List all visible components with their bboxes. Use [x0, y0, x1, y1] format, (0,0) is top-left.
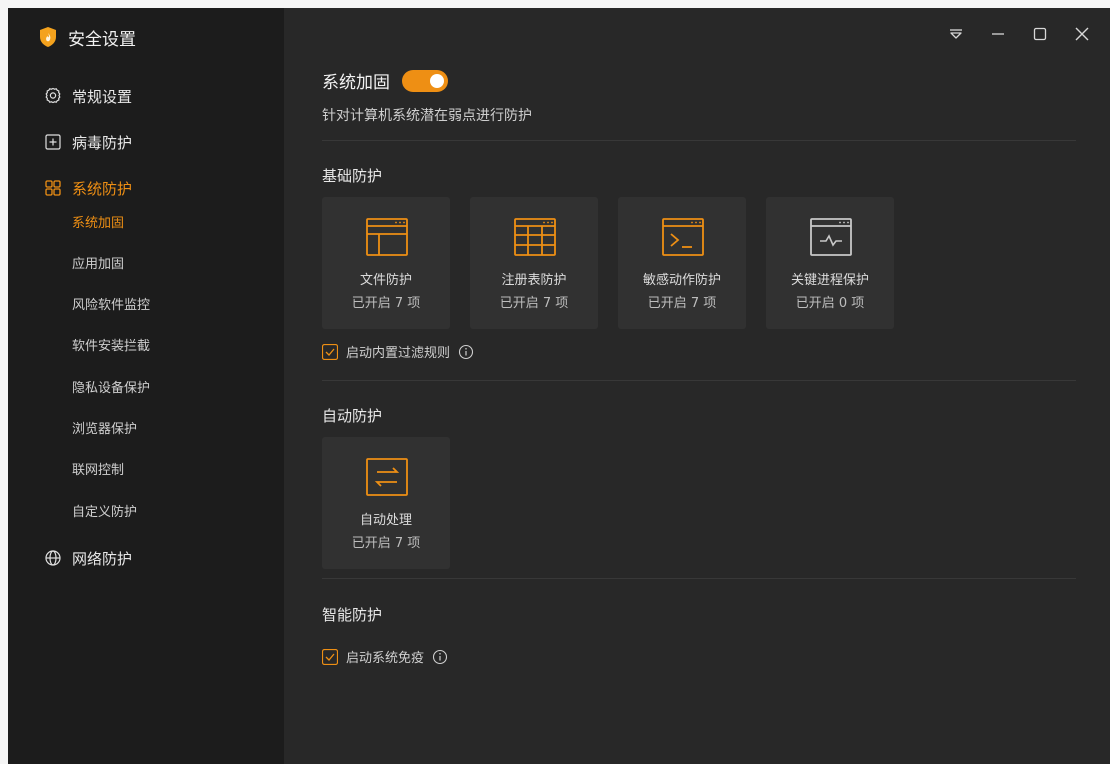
page-description: 针对计算机系统潜在弱点进行防护: [322, 108, 532, 124]
page-header: 系统加固: [322, 68, 448, 93]
card-file-protection[interactable]: 文件防护 已开启 7 项: [322, 197, 450, 329]
minimize-icon[interactable]: [988, 24, 1008, 44]
sidebar: 安全设置 常规设置 病毒防护 系统防护 系统加固 应用加固 风险软件监控 软件安…: [8, 8, 284, 764]
builtin-filter-rules-checkbox[interactable]: [322, 343, 338, 360]
swap-arrows-icon: [366, 458, 408, 496]
card-name: 文件防护: [359, 273, 412, 288]
shield-logo-icon: [40, 27, 56, 47]
sidebar-subitem-privacy-device[interactable]: 隐私设备保护: [72, 379, 150, 399]
card-registry-protection[interactable]: 注册表防护 已开启 7 项: [470, 197, 598, 329]
card-name: 自动处理: [359, 513, 412, 528]
sidebar-subitem-custom[interactable]: 自定义防护: [72, 503, 137, 523]
maximize-icon[interactable]: [1030, 24, 1050, 44]
app-brand: 安全设置: [38, 24, 136, 50]
sidebar-item-label: 网络防护: [72, 549, 133, 568]
card-auto-handling[interactable]: 自动处理 已开启 7 项: [322, 437, 450, 569]
section-title-smart: 智能防护: [322, 606, 383, 624]
card-sensitive-action-protection[interactable]: 敏感动作防护 已开启 7 项: [618, 197, 746, 329]
sidebar-item-virus[interactable]: 病毒防护: [44, 130, 132, 154]
page-title: 系统加固: [322, 73, 390, 93]
info-icon[interactable]: [458, 344, 474, 360]
toggle-knob: [430, 73, 444, 88]
sidebar-item-network[interactable]: 网络防护: [44, 546, 132, 570]
app-title: 安全设置: [68, 29, 136, 50]
card-status: 已开启 7 项: [647, 296, 717, 311]
sidebar-subitem-browser[interactable]: 浏览器保护: [72, 420, 137, 440]
main-panel: 系统加固 针对计算机系统潜在弱点进行防护 基础防护 文件防护 已开启 7 项 注…: [284, 8, 1110, 764]
builtin-filter-rules-row: 启动内置过滤规则: [322, 342, 474, 361]
grid-icon: [45, 180, 61, 196]
card-name: 关键进程保护: [790, 273, 869, 288]
gear-icon: [45, 87, 61, 104]
card-status: 已开启 7 项: [351, 536, 421, 551]
system-hardening-toggle[interactable]: [402, 69, 448, 92]
card-name: 敏感动作防护: [642, 273, 721, 288]
window-controls: [946, 24, 1092, 44]
divider: [322, 140, 1076, 141]
card-status: 已开启 7 项: [351, 296, 421, 311]
section-title-basic: 基础防护: [322, 167, 383, 185]
file-window-icon: [366, 218, 408, 256]
sidebar-subitem-app-hardening[interactable]: 应用加固: [72, 255, 124, 275]
card-name: 注册表防护: [501, 273, 567, 288]
security-settings-window: 安全设置 常规设置 病毒防护 系统防护 系统加固 应用加固 风险软件监控 软件安…: [8, 8, 1110, 764]
sidebar-subitem-install-block[interactable]: 软件安装拦截: [72, 337, 150, 357]
section-title-auto: 自动防护: [322, 407, 383, 425]
system-immunity-checkbox[interactable]: [322, 648, 338, 665]
card-key-process-protection[interactable]: 关键进程保护 已开启 0 项: [766, 197, 894, 329]
sidebar-item-label: 常规设置: [72, 87, 133, 106]
plus-square-icon: [45, 134, 61, 150]
info-icon[interactable]: [432, 649, 448, 665]
system-immunity-label: 启动系统免疫: [346, 651, 425, 666]
divider: [322, 380, 1076, 381]
terminal-icon: [662, 218, 704, 256]
sidebar-item-system[interactable]: 系统防护: [44, 176, 132, 200]
card-status: 已开启 0 项: [795, 296, 865, 311]
sidebar-item-general[interactable]: 常规设置: [44, 84, 132, 108]
close-icon[interactable]: [1072, 24, 1092, 44]
sidebar-item-label: 病毒防护: [72, 133, 133, 152]
card-status: 已开启 7 项: [499, 296, 569, 311]
system-immunity-row: 启动系统免疫: [322, 647, 448, 666]
divider: [322, 578, 1076, 579]
registry-table-icon: [514, 218, 556, 256]
globe-icon: [45, 550, 61, 566]
sidebar-subitem-risk-software[interactable]: 风险软件监控: [72, 296, 150, 316]
builtin-filter-rules-label: 启动内置过滤规则: [346, 346, 451, 361]
sidebar-subitem-network-control[interactable]: 联网控制: [72, 461, 124, 481]
sidebar-item-label: 系统防护: [72, 179, 133, 198]
pulse-window-icon: [810, 218, 852, 256]
dropdown-icon[interactable]: [946, 24, 966, 44]
sidebar-subitem-system-hardening[interactable]: 系统加固: [72, 214, 124, 234]
